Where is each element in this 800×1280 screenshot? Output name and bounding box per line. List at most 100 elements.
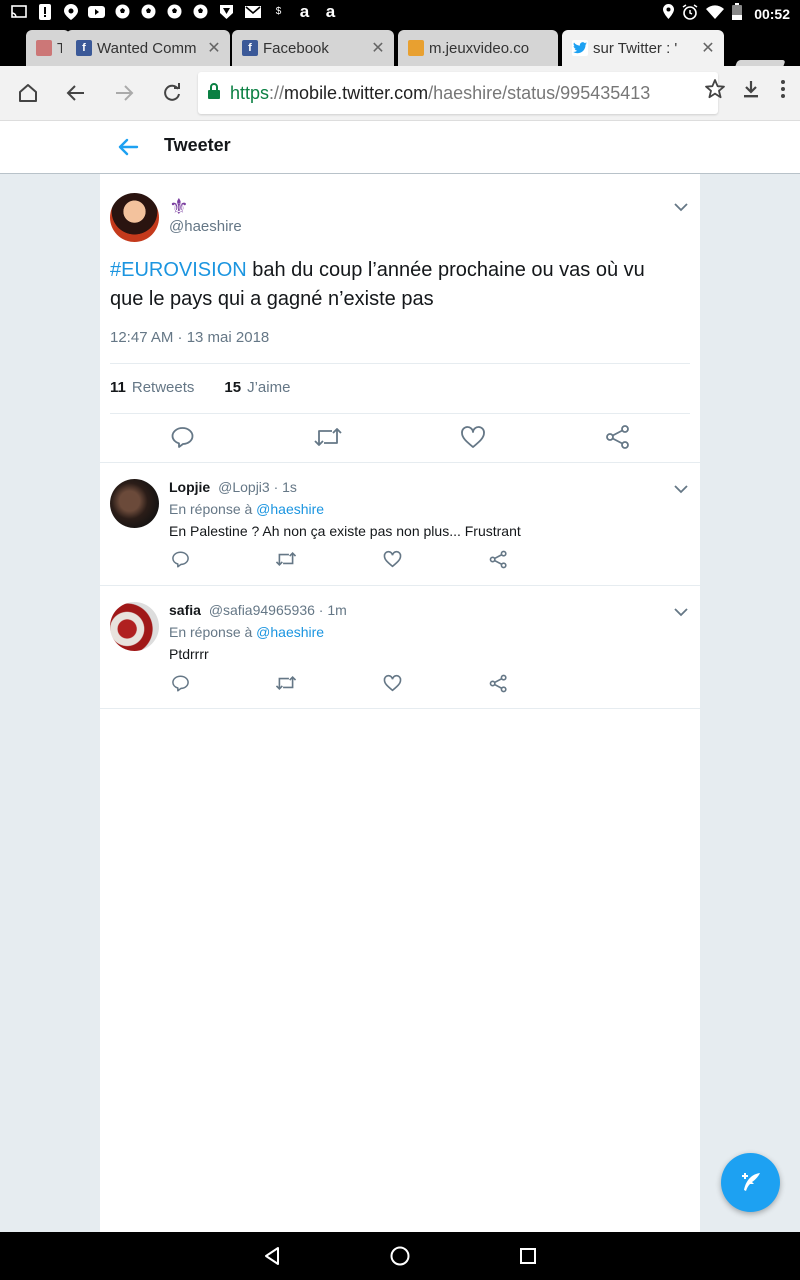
user-handle[interactable]: @haeshire (169, 218, 242, 235)
tab-title: T (57, 39, 62, 57)
compose-tweet-button[interactable] (721, 1153, 780, 1212)
hashtag-link[interactable]: #EUROVISION (110, 259, 247, 281)
close-tab-icon[interactable]: ✕ (370, 38, 386, 58)
soccer-ball-icon (114, 3, 131, 20)
nav-home-button[interactable] (388, 1244, 412, 1268)
display-name[interactable]: Lopjie (169, 479, 210, 495)
browser-tab-strip: T f Wanted Comm ✕ f Facebook ✕ m.jeuxvid… (0, 24, 800, 80)
share-icon[interactable] (605, 424, 631, 450)
youtube-icon (88, 3, 105, 20)
mention-link[interactable]: @haeshire (256, 501, 324, 517)
tab-game[interactable]: T (26, 30, 70, 66)
heart-icon[interactable] (382, 673, 402, 693)
reply-context-label: En réponse à (169, 501, 257, 517)
display-name[interactable]: ⚜ (169, 194, 189, 220)
tab-title: sur Twitter : ' (593, 39, 678, 57)
avatar[interactable] (110, 479, 159, 528)
tab-title: Facebook (263, 39, 329, 57)
page-title: Tweeter (164, 135, 231, 155)
square-recents-icon (520, 1248, 536, 1264)
facebook-icon: f (76, 40, 92, 56)
soccer-ball-icon (192, 3, 209, 20)
close-tab-icon[interactable]: ✕ (700, 38, 716, 58)
url-bar[interactable]: https://mobile.twitter.com/haeshire/stat… (198, 72, 718, 114)
retweet-icon[interactable] (274, 673, 298, 693)
reload-button[interactable] (157, 78, 187, 108)
url-separator: :// (269, 82, 285, 103)
close-tab-icon[interactable]: ✕ (206, 38, 222, 58)
tweet-timestamp[interactable]: 12:47 AM · 13 mai 2018 (110, 329, 269, 346)
tab-facebook[interactable]: f Facebook ✕ (232, 30, 394, 66)
battery-icon (732, 3, 743, 24)
user-handle[interactable]: @safia94965936 (209, 602, 315, 618)
retweet-icon[interactable] (313, 424, 343, 450)
chevron-down-icon[interactable] (672, 198, 690, 216)
like-label: J’aime (247, 379, 291, 396)
lock-icon (208, 82, 220, 104)
compose-icon (741, 1172, 760, 1191)
display-name[interactable]: safia (169, 602, 201, 618)
reply-tweet[interactable]: safia @safia94965936 · 1m En réponse à @… (100, 586, 700, 709)
toolbar-actions (704, 78, 790, 105)
soccer-ball-icon (140, 3, 157, 20)
reply-text: Ptdrrrr (169, 646, 209, 662)
cast-icon (10, 3, 27, 20)
bookmark-star-icon[interactable] (704, 78, 726, 105)
user-handle[interactable]: @Lopji3 (218, 479, 270, 495)
like-stat[interactable]: 15 J’aime (224, 379, 290, 396)
tweet-text: #EUROVISION bah du coup l’année prochain… (110, 256, 680, 314)
home-button[interactable] (13, 78, 43, 108)
mention-link[interactable]: @haeshire (256, 624, 324, 640)
reply-tweet[interactable]: Lopjie @Lopji3 · 1s En réponse à @haeshi… (100, 463, 700, 586)
reply-context: En réponse à @haeshire (169, 501, 324, 517)
soccer-ball-icon (166, 3, 183, 20)
url-path: /haeshire/status/995435413 (428, 82, 651, 103)
amazon-icon: a (325, 1, 336, 21)
avatar[interactable] (110, 602, 159, 651)
tweet-column: ⚜ @haeshire #EUROVISION bah du coup l’an… (100, 174, 700, 1232)
back-arrow-icon[interactable] (116, 135, 140, 159)
reply-context: En réponse à @haeshire (169, 624, 324, 640)
game-icon (36, 40, 52, 56)
retweet-icon[interactable] (274, 549, 298, 569)
reply-actions (100, 673, 700, 695)
circle-home-icon (390, 1246, 410, 1266)
back-button[interactable] (61, 78, 91, 108)
reply-icon[interactable] (169, 424, 195, 450)
gmail-icon (244, 3, 261, 20)
arrow-right-icon (116, 85, 134, 101)
status-bar: $ a a 00:52 (0, 0, 800, 24)
clock: 00:52 (754, 5, 790, 22)
nav-recents-button[interactable] (516, 1244, 540, 1268)
system-nav-bar (0, 1232, 800, 1280)
location-icon (663, 4, 675, 23)
tweet-stats: 11 Retweets 15 J’aime (110, 379, 320, 396)
heart-icon[interactable] (459, 424, 487, 450)
forward-button[interactable] (109, 78, 139, 108)
chevron-down-icon[interactable] (672, 603, 690, 621)
chevron-down-icon[interactable] (672, 480, 690, 498)
heart-icon[interactable] (382, 549, 402, 569)
tab-wanted-comm[interactable]: f Wanted Comm ✕ (66, 30, 230, 66)
overflow-menu-icon[interactable] (776, 78, 790, 105)
facebook-icon: f (242, 40, 258, 56)
share-icon[interactable] (488, 673, 508, 693)
like-count: 15 (224, 379, 242, 396)
divider (110, 413, 690, 414)
download-icon[interactable] (740, 78, 762, 105)
retweet-count: 11 (110, 379, 126, 396)
tab-jeuxvideo[interactable]: m.jeuxvideo.co (398, 30, 558, 66)
tweet-actions (100, 424, 700, 454)
reply-icon[interactable] (170, 673, 190, 693)
triangle-back-icon (265, 1247, 279, 1265)
nav-back-button[interactable] (260, 1244, 284, 1268)
reply-icon[interactable] (170, 549, 190, 569)
retweet-stat[interactable]: 11 Retweets (110, 379, 194, 396)
url-scheme: https (230, 82, 270, 103)
notification-icons: $ a a (10, 1, 339, 21)
share-icon[interactable] (488, 549, 508, 569)
reply-time: · 1s (273, 479, 297, 495)
tab-twitter[interactable]: sur Twitter : ' ✕ (562, 30, 724, 66)
reply-header: safia @safia94965936 · 1m (169, 602, 347, 618)
avatar[interactable] (110, 193, 159, 242)
